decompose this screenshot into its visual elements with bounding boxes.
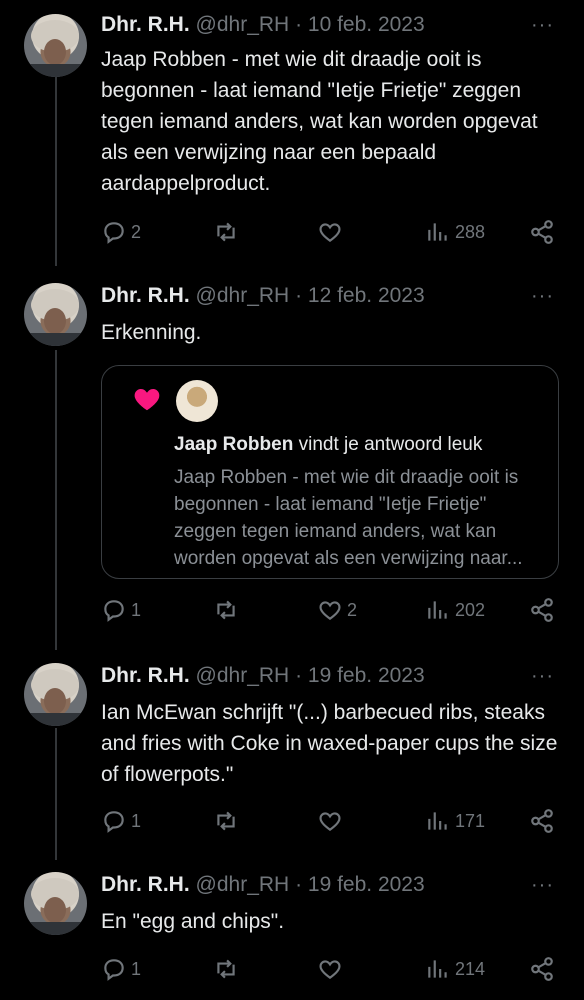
tweet-header: Dhr. R.H. @dhr_RH · 19 feb. 2023	[101, 872, 425, 898]
tweet-date[interactable]: · 12 feb. 2023	[295, 284, 425, 307]
author-name[interactable]: Dhr. R.H.	[101, 664, 190, 687]
reply-button[interactable]: 2	[101, 219, 141, 245]
author-handle[interactable]: @dhr_RH	[196, 13, 290, 36]
share-icon	[531, 220, 553, 244]
avatar[interactable]	[24, 663, 87, 726]
views-button[interactable]: 171	[425, 808, 485, 834]
avatar[interactable]	[24, 283, 87, 346]
author-handle[interactable]: @dhr_RH	[196, 284, 290, 307]
avatar[interactable]	[24, 14, 87, 77]
more-icon[interactable]: ···	[531, 874, 554, 897]
tweet-text: Erkenning.	[101, 321, 202, 344]
retweet-icon	[217, 222, 235, 242]
views-button[interactable]: 214	[425, 956, 485, 982]
reply-icon	[104, 222, 124, 244]
reply-count: 2	[131, 221, 142, 242]
share-button[interactable]	[529, 956, 555, 982]
like-count: 2	[347, 599, 358, 620]
tweet[interactable]: Dhr. R.H. @dhr_RH · 10 feb. 2023 ··· Jaa…	[0, 12, 584, 262]
views-button[interactable]: 288	[425, 219, 485, 245]
views-count: 171	[455, 810, 486, 831]
author-name[interactable]: Dhr. R.H.	[101, 873, 190, 896]
tweet-actions: 2 288	[101, 219, 561, 249]
reply-icon	[104, 959, 124, 981]
retweet-button[interactable]	[213, 219, 243, 245]
tweet-date[interactable]: · 10 feb. 2023	[295, 13, 425, 36]
tweet-header: Dhr. R.H. @dhr_RH · 10 feb. 2023	[101, 12, 425, 38]
liked-text: vindt je antwoord leuk	[293, 434, 483, 455]
author-handle[interactable]: @dhr_RH	[196, 664, 290, 687]
reply-count: 1	[131, 810, 142, 831]
tweet-text: Jaap Robben - met wie dit draadje ooit i…	[101, 48, 538, 195]
tweet-header: Dhr. R.H. @dhr_RH · 12 feb. 2023	[101, 283, 425, 309]
quoted-text: Jaap Robben - met wie dit draadje ooit i…	[174, 467, 523, 569]
avatar[interactable]	[24, 872, 87, 935]
author-name[interactable]: Dhr. R.H.	[101, 13, 190, 36]
like-icon	[319, 812, 341, 831]
more-icon[interactable]: ···	[531, 14, 554, 37]
more-icon[interactable]: ···	[531, 285, 554, 308]
retweet-icon	[217, 959, 235, 979]
views-icon	[428, 960, 447, 978]
share-button[interactable]	[529, 219, 555, 245]
tweet-actions: 1 171	[101, 808, 561, 838]
share-button[interactable]	[529, 597, 555, 623]
reply-button[interactable]: 1	[101, 597, 141, 623]
reply-count: 1	[131, 958, 142, 979]
reply-count: 1	[131, 599, 142, 620]
views-icon	[428, 601, 447, 619]
views-button[interactable]: 202	[425, 597, 485, 623]
like-icon	[319, 601, 341, 620]
like-notification: Jaap Robben vindt je antwoord leuk	[174, 434, 482, 456]
views-icon	[428, 223, 447, 241]
like-button[interactable]	[317, 808, 347, 834]
tweet[interactable]: Dhr. R.H. @dhr_RH · 12 feb. 2023 ··· Erk…	[0, 283, 584, 643]
tweet[interactable]: Dhr. R.H. @dhr_RH · 19 feb. 2023 ··· Ian…	[0, 663, 584, 843]
views-count: 288	[455, 221, 486, 242]
retweet-icon	[217, 600, 235, 620]
heart-icon	[134, 389, 160, 411]
liker-name[interactable]: Jaap Robben	[174, 434, 293, 455]
reply-button[interactable]: 1	[101, 808, 141, 834]
author-name[interactable]: Dhr. R.H.	[101, 284, 190, 307]
reply-icon	[104, 600, 124, 622]
tweet-text: En "egg and chips".	[101, 910, 285, 933]
retweet-button[interactable]	[213, 956, 243, 982]
tweet-header: Dhr. R.H. @dhr_RH · 19 feb. 2023	[101, 663, 425, 689]
views-icon	[428, 812, 447, 830]
tweet-date[interactable]: · 19 feb. 2023	[295, 664, 425, 687]
author-handle[interactable]: @dhr_RH	[196, 873, 290, 896]
reply-button[interactable]: 1	[101, 956, 141, 982]
share-button[interactable]	[529, 808, 555, 834]
quoted-notification[interactable]: Jaap Robben vindt je antwoord leuk Jaap …	[101, 365, 559, 579]
like-icon	[319, 960, 341, 979]
tweet-date[interactable]: · 19 feb. 2023	[295, 873, 425, 896]
tweet-text: Ian McEwan schrijft "(...) barbecued rib…	[101, 701, 558, 786]
views-count: 202	[455, 599, 486, 620]
avatar[interactable]	[176, 380, 218, 422]
views-count: 214	[455, 958, 486, 979]
tweet-actions: 1 214	[101, 956, 561, 986]
retweet-icon	[217, 811, 235, 831]
like-icon	[319, 223, 341, 242]
share-icon	[531, 809, 553, 833]
like-button[interactable]	[317, 219, 347, 245]
share-icon	[531, 598, 553, 622]
tweet-actions: 1 2 202	[101, 597, 561, 627]
like-button[interactable]: 2	[317, 597, 357, 623]
more-icon[interactable]: ···	[531, 665, 554, 688]
like-button[interactable]	[317, 956, 347, 982]
tweet[interactable]: Dhr. R.H. @dhr_RH · 19 feb. 2023 ··· En …	[0, 872, 584, 1000]
share-icon	[531, 957, 553, 981]
reply-icon	[104, 811, 124, 833]
retweet-button[interactable]	[213, 597, 243, 623]
retweet-button[interactable]	[213, 808, 243, 834]
